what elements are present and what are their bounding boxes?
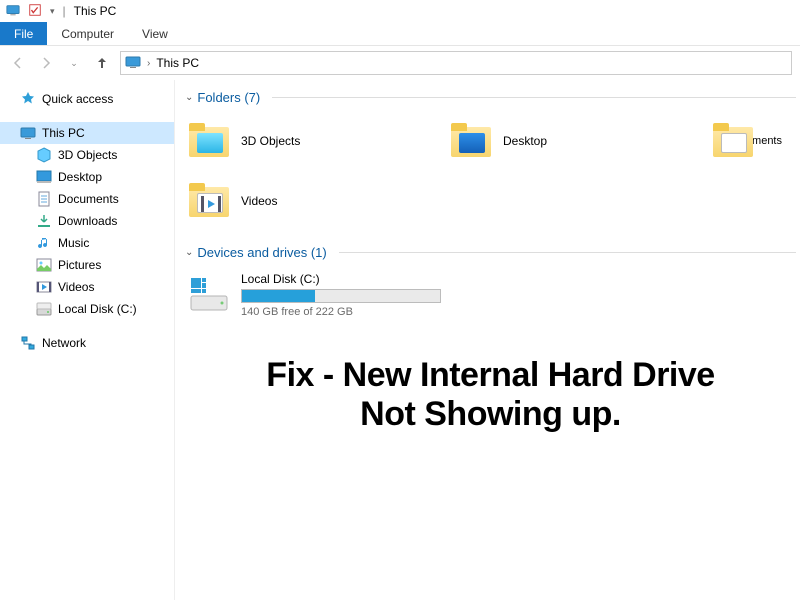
nav-bar: ⌄ › This PC [0, 46, 800, 80]
folders-grid: 3D Objects Desktop Documents Videos [185, 115, 796, 227]
section-header-drives[interactable]: ⌄ Devices and drives (1) [185, 245, 796, 260]
document-icon [36, 191, 52, 207]
picture-icon [36, 257, 52, 273]
sidebar-item-music[interactable]: Music [0, 232, 174, 254]
qat-dropdown-icon[interactable]: ▾ [50, 6, 55, 17]
quick-access-toolbar: ▾ [6, 3, 55, 20]
section-title: Folders (7) [197, 90, 260, 105]
folder-label: Desktop [503, 134, 547, 148]
folder-item-3d-objects[interactable]: 3D Objects [185, 115, 435, 167]
breadcrumb-current[interactable]: This PC [156, 56, 199, 70]
chevron-down-icon: ⌄ [185, 92, 193, 103]
sidebar-item-label: Local Disk (C:) [58, 302, 137, 316]
chevron-down-icon: ⌄ [185, 247, 193, 258]
drive-label: Local Disk (C:) [241, 272, 441, 286]
sidebar-item-local-disk[interactable]: Local Disk (C:) [0, 298, 174, 320]
drive-icon [36, 301, 52, 317]
drive-icon [187, 272, 231, 316]
folder-item-desktop[interactable]: Desktop [447, 115, 697, 167]
titlebar-separator: | [63, 4, 66, 18]
sidebar-item-label: 3D Objects [58, 148, 117, 162]
desktop-icon [36, 169, 52, 185]
drive-usage-bar [241, 289, 441, 303]
sidebar-item-network[interactable]: Network [0, 332, 174, 354]
folder-documents-icon [711, 119, 716, 163]
sidebar-item-label: Quick access [42, 92, 113, 106]
title-bar: ▾ | This PC [0, 0, 800, 22]
download-icon [36, 213, 52, 229]
sidebar-item-label: Desktop [58, 170, 102, 184]
sidebar-item-pictures[interactable]: Pictures [0, 254, 174, 276]
sidebar-item-documents[interactable]: Documents [0, 188, 174, 210]
up-button[interactable] [92, 53, 112, 73]
music-icon [36, 235, 52, 251]
folder-item-documents[interactable]: Documents [709, 115, 784, 167]
folder-label: 3D Objects [241, 134, 300, 148]
folder-label: Videos [241, 194, 277, 208]
sidebar-item-label: This PC [42, 126, 85, 140]
drive-usage-fill [242, 290, 315, 302]
folder-item-videos[interactable]: Videos [185, 175, 435, 227]
network-icon [20, 335, 36, 351]
overlay-line-2: Not Showing up. [185, 395, 796, 434]
sidebar-item-label: Network [42, 336, 86, 350]
star-icon [20, 91, 36, 107]
sidebar-item-label: Pictures [58, 258, 101, 272]
tab-file[interactable]: File [0, 22, 47, 45]
sidebar-item-label: Documents [58, 192, 119, 206]
app-icon [6, 3, 20, 20]
section-divider [272, 97, 796, 98]
folder-desktop-icon [449, 119, 493, 163]
overlay-caption: Fix - New Internal Hard Drive Not Showin… [185, 356, 796, 434]
sidebar-item-label: Videos [58, 280, 94, 294]
pc-icon [20, 125, 36, 141]
drive-item-local-disk-c[interactable]: Local Disk (C:) 140 GB free of 222 GB [185, 270, 485, 320]
folder-3d-icon [187, 119, 231, 163]
ribbon-tabs: File Computer View [0, 22, 800, 46]
sidebar-item-desktop[interactable]: Desktop [0, 166, 174, 188]
cube-icon [36, 147, 52, 163]
video-icon [36, 279, 52, 295]
tab-computer[interactable]: Computer [47, 22, 128, 45]
window-title: This PC [74, 4, 117, 18]
breadcrumb-chevron-icon[interactable]: › [147, 58, 150, 69]
sidebar-item-label: Downloads [58, 214, 117, 228]
navigation-pane: Quick access This PC 3D Objects Desktop … [0, 80, 175, 600]
qat-properties-icon[interactable] [28, 3, 42, 20]
folder-videos-icon [187, 179, 231, 223]
forward-button[interactable] [36, 53, 56, 73]
drive-free-text: 140 GB free of 222 GB [241, 306, 441, 318]
sidebar-item-3d-objects[interactable]: 3D Objects [0, 144, 174, 166]
sidebar-item-quick-access[interactable]: Quick access [0, 88, 174, 110]
sidebar-item-label: Music [58, 236, 89, 250]
sidebar-item-downloads[interactable]: Downloads [0, 210, 174, 232]
sidebar-item-videos[interactable]: Videos [0, 276, 174, 298]
section-header-folders[interactable]: ⌄ Folders (7) [185, 90, 796, 105]
overlay-line-1: Fix - New Internal Hard Drive [185, 356, 796, 395]
section-title: Devices and drives (1) [197, 245, 326, 260]
tab-view[interactable]: View [128, 22, 182, 45]
back-button[interactable] [8, 53, 28, 73]
content-pane: ⌄ Folders (7) 3D Objects Desktop Documen… [175, 80, 800, 600]
recent-locations-button[interactable]: ⌄ [64, 53, 84, 73]
address-pc-icon [125, 54, 141, 73]
section-divider [339, 252, 796, 253]
sidebar-item-this-pc[interactable]: This PC [0, 122, 174, 144]
address-bar[interactable]: › This PC [120, 51, 792, 75]
